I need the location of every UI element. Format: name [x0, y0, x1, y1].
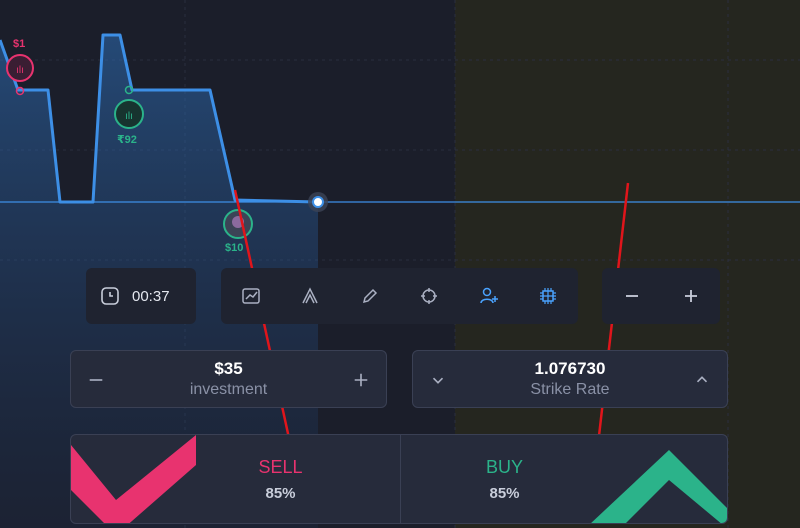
increase-investment-button[interactable] — [344, 363, 378, 397]
strike-rate-panel[interactable]: 1.076730 Strike Rate — [412, 350, 728, 408]
strike-rate-value: 1.076730 — [534, 359, 606, 378]
clock-icon — [100, 286, 120, 306]
investment-value: $35 — [214, 359, 243, 378]
strike-up-button[interactable] — [685, 363, 719, 397]
pencil-icon[interactable] — [340, 268, 400, 324]
investment-label: investment — [189, 381, 268, 398]
trade-panel: SELL 85% BUY 85% — [70, 434, 728, 524]
crosshair-icon[interactable] — [400, 268, 460, 324]
chart-type-icon[interactable] — [221, 268, 281, 324]
marker-amount-sell: $1 — [13, 38, 26, 50]
chart-tools — [221, 268, 578, 324]
timer-value: 00:37 — [132, 287, 170, 305]
buy-arrow-icon — [591, 450, 727, 523]
marker-amount-buy-2: $10 — [225, 242, 244, 254]
trade-marker-buy-2[interactable] — [223, 209, 253, 239]
zoom-controls — [602, 268, 720, 324]
plus-icon[interactable] — [661, 268, 720, 324]
sell-button[interactable]: SELL 85% — [71, 435, 401, 523]
svg-text:ılı: ılı — [125, 111, 133, 122]
plus-icon — [354, 373, 368, 387]
sell-payout: 85% — [265, 485, 296, 502]
strike-rate-label: Strike Rate — [530, 381, 610, 398]
sell-arrow-icon — [71, 435, 196, 523]
timer-box[interactable]: 00:37 — [86, 268, 196, 324]
marker-amount-buy-1: ₹92 — [117, 134, 137, 146]
sell-label: SELL — [258, 457, 303, 477]
investment-panel[interactable]: $35 investment — [70, 350, 387, 408]
indicators-icon[interactable] — [281, 268, 341, 324]
minus-icon[interactable] — [602, 268, 661, 324]
buy-payout: 85% — [489, 485, 520, 502]
user-add-icon[interactable] — [459, 268, 519, 324]
grid-icon[interactable] — [519, 268, 579, 324]
current-price-dot-ring — [312, 196, 324, 208]
svg-text:ılı: ılı — [16, 65, 24, 76]
buy-button[interactable]: BUY 85% — [400, 435, 727, 523]
buy-label: BUY — [485, 457, 523, 477]
chevron-up-icon — [696, 376, 708, 383]
